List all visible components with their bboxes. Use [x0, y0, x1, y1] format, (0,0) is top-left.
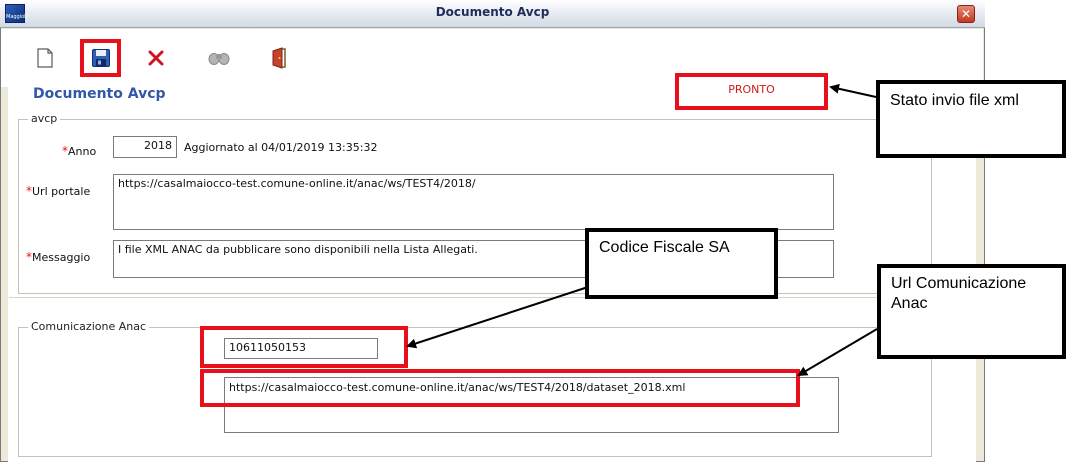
arrow-url: [797, 328, 878, 377]
arrow-codice: [406, 286, 589, 349]
callout-arrows: [406, 83, 878, 377]
arrow-stato: [829, 83, 877, 98]
